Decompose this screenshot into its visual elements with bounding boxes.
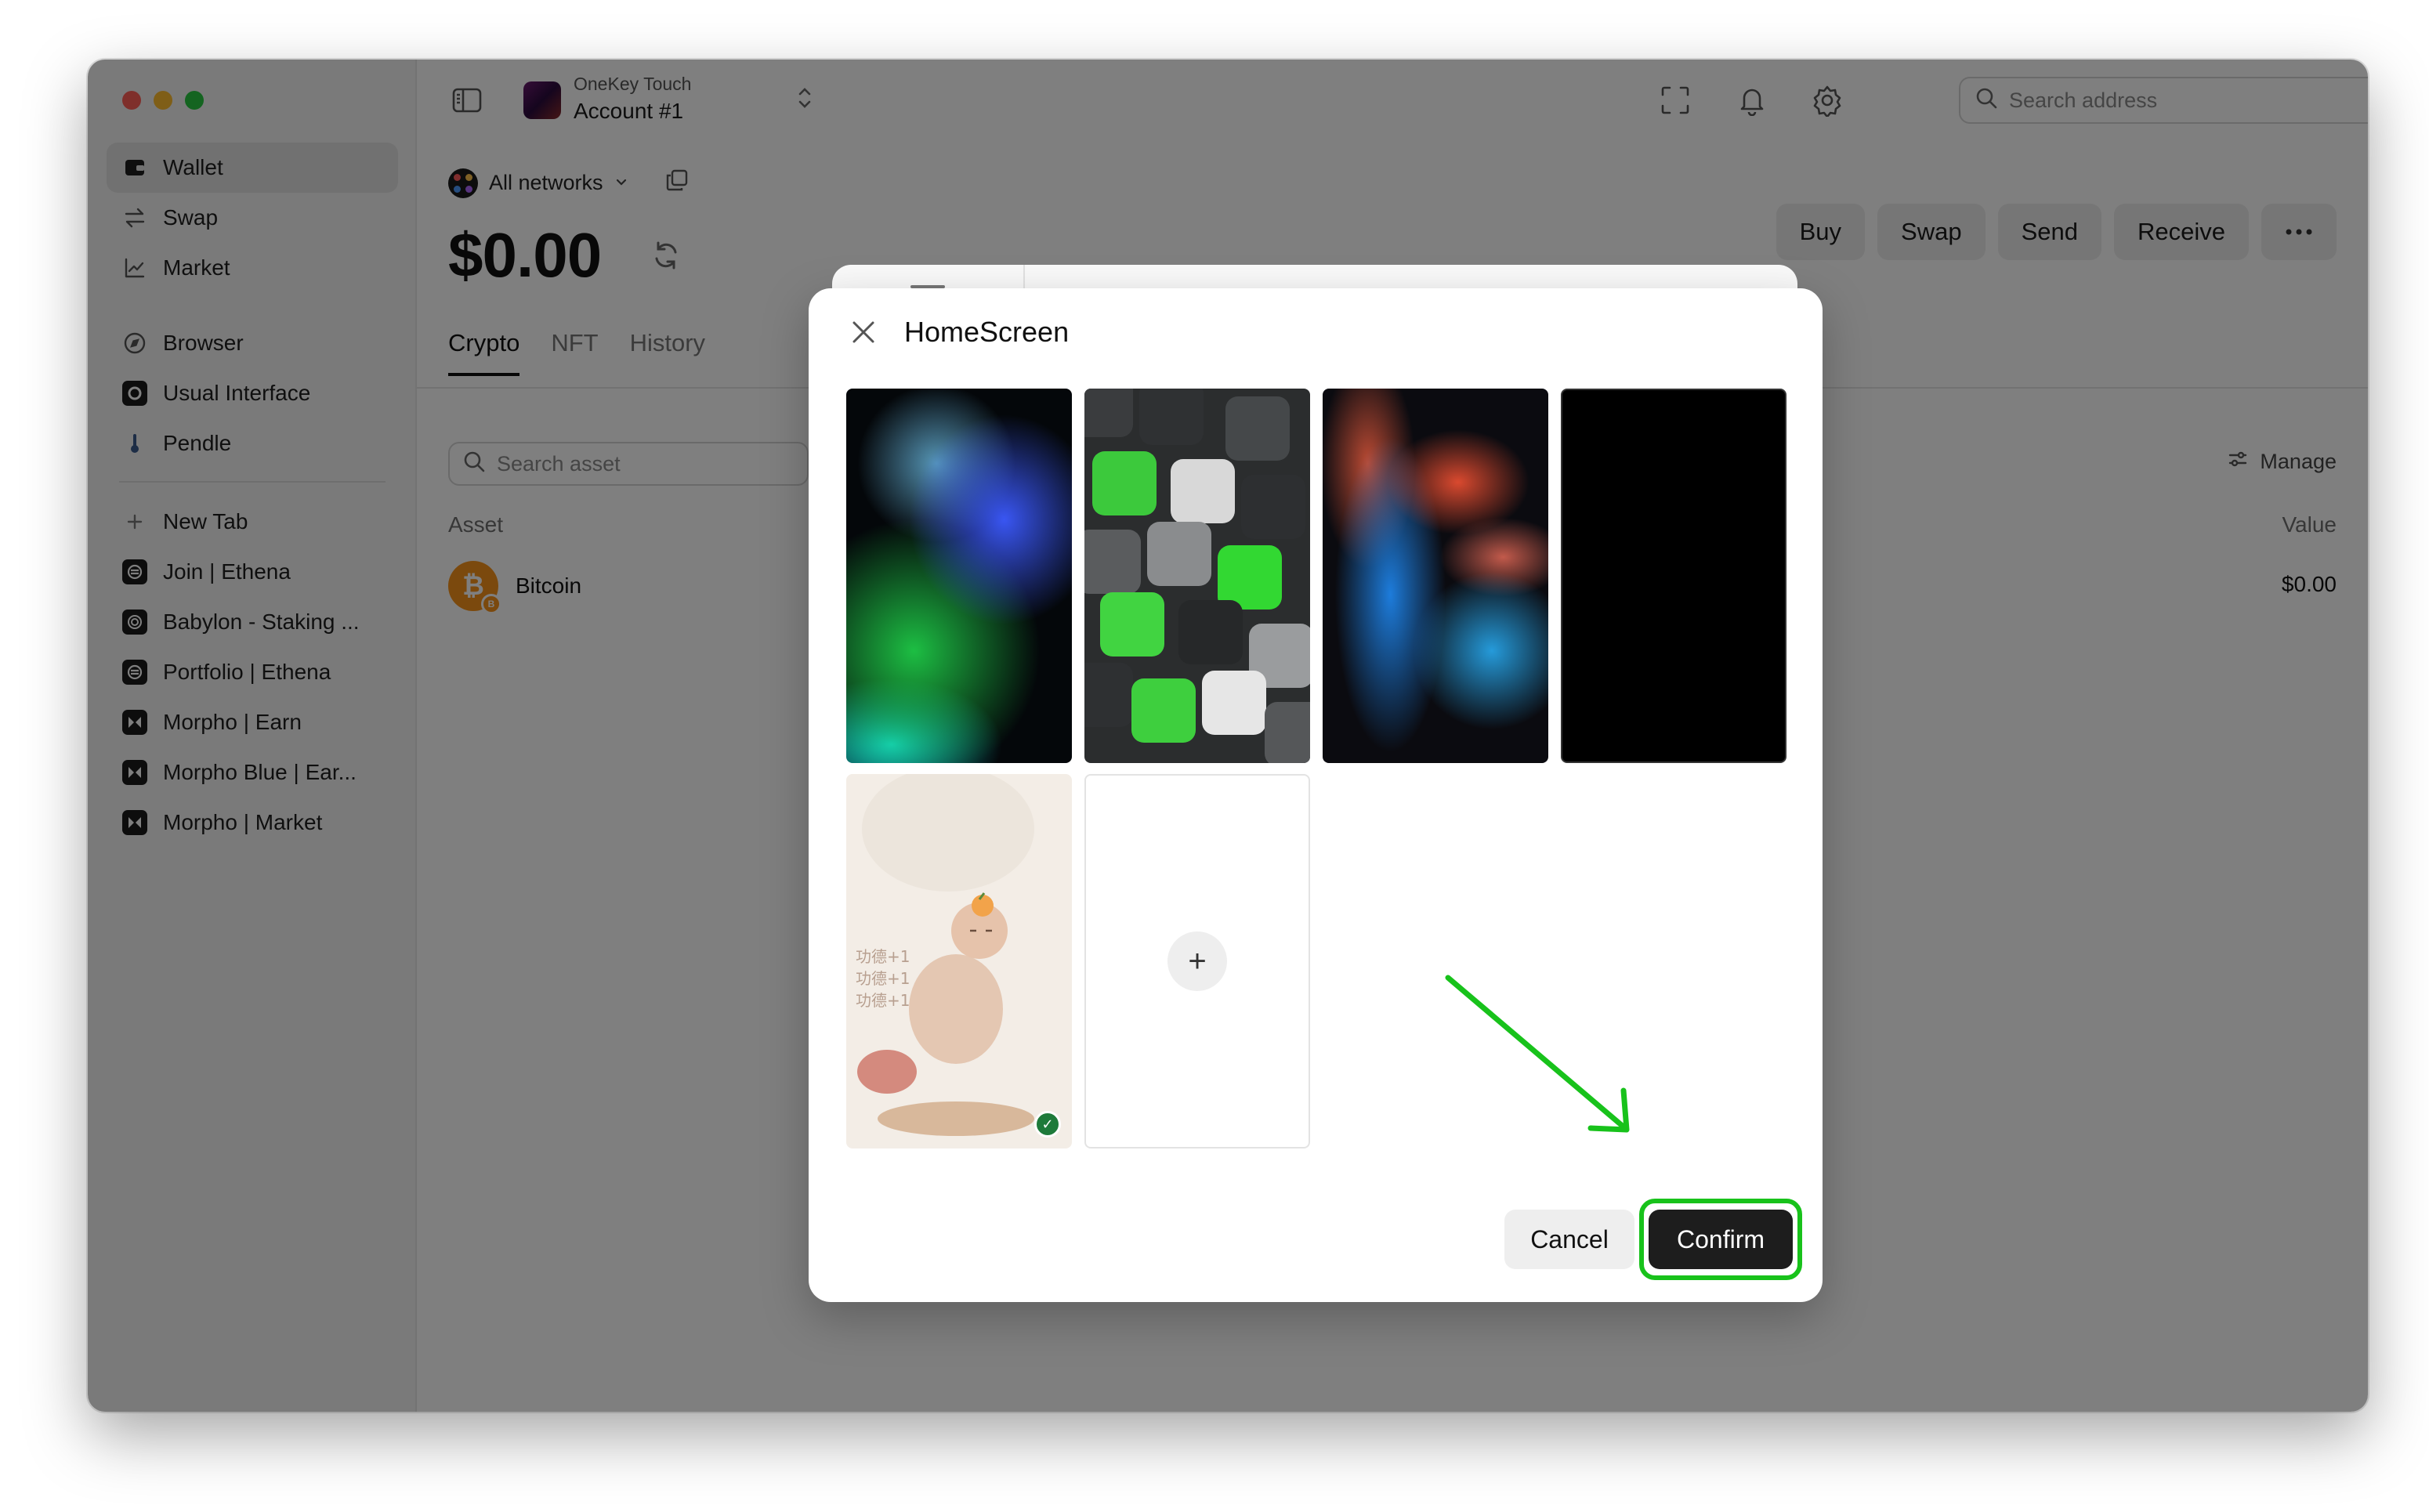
- annotation-arrow: [1445, 975, 1630, 1133]
- app-window: Wallet Swap Market Browser: [88, 60, 2368, 1412]
